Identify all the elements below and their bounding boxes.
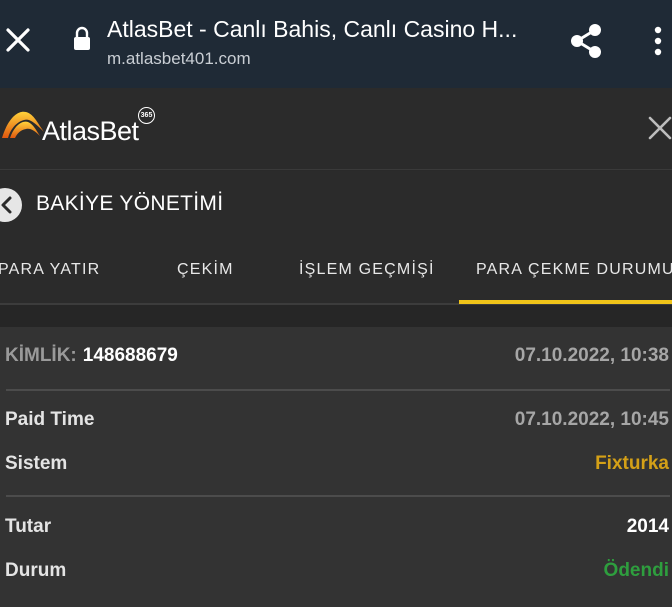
- id-row: KİMLİK: 148688679 07.10.2022, 10:38: [0, 335, 672, 379]
- status-row: Durum Ödendi: [0, 550, 672, 594]
- browser-url[interactable]: m.atlasbet401.com: [107, 49, 251, 69]
- id-label-text: KİMLİK:: [5, 345, 77, 366]
- back-button[interactable]: [0, 188, 22, 222]
- amount-row: Tutar 2014: [0, 506, 672, 550]
- close-icon[interactable]: [4, 26, 32, 54]
- tab-withdrawal-status[interactable]: PARA ÇEKME DURUMU: [476, 261, 672, 279]
- lock-icon: [74, 26, 90, 50]
- id-value: 148688679: [82, 345, 178, 366]
- id-label: KİMLİK: 148688679: [5, 345, 178, 367]
- tab-bar: PARA YATIR ÇEKİM İŞLEM GEÇMİŞİ PARA ÇEKM…: [0, 237, 672, 305]
- active-tab-indicator: [459, 300, 672, 304]
- browser-toolbar: AtlasBet - Canlı Bahis, Canlı Casino H..…: [0, 0, 672, 88]
- divider: [6, 495, 670, 497]
- paid-time-value: 07.10.2022, 10:45: [514, 409, 669, 430]
- spacer: [0, 305, 672, 327]
- close-icon[interactable]: [646, 114, 672, 142]
- tab-deposit[interactable]: PARA YATIR: [0, 261, 100, 279]
- atlasbet-logo-icon: [2, 111, 44, 138]
- divider: [6, 389, 670, 391]
- tab-transaction-history[interactable]: İŞLEM GEÇMİŞİ: [299, 261, 435, 279]
- logo-text: AtlasBet: [42, 116, 139, 146]
- tab-withdraw[interactable]: ÇEKİM: [177, 261, 234, 279]
- withdrawal-details-card: KİMLİK: 148688679 07.10.2022, 10:38 Paid …: [0, 327, 672, 607]
- amount-label: Tutar: [5, 516, 52, 537]
- status-badge: Ödendi: [603, 560, 669, 581]
- id-datetime: 07.10.2022, 10:38: [514, 345, 669, 366]
- logo-badge: 365: [138, 107, 155, 124]
- app-header: AtlasBet 365: [0, 88, 672, 170]
- chevron-left-icon: [1, 196, 12, 214]
- amount-value: 2014: [626, 516, 669, 537]
- section-header: BAKİYE YÖNETİMİ: [0, 171, 672, 237]
- more-vertical-icon[interactable]: [652, 26, 664, 56]
- system-row: Sistem Fixturka: [0, 443, 672, 487]
- paid-time-row: Paid Time 07.10.2022, 10:45: [0, 399, 672, 443]
- system-label: Sistem: [5, 453, 68, 474]
- system-value: Fixturka: [595, 453, 669, 474]
- status-label: Durum: [5, 560, 67, 581]
- page-title: BAKİYE YÖNETİMİ: [36, 192, 224, 215]
- paid-time-label: Paid Time: [5, 409, 95, 430]
- share-icon[interactable]: [568, 22, 604, 60]
- browser-page-title: AtlasBet - Canlı Bahis, Canlı Casino H..…: [107, 16, 518, 42]
